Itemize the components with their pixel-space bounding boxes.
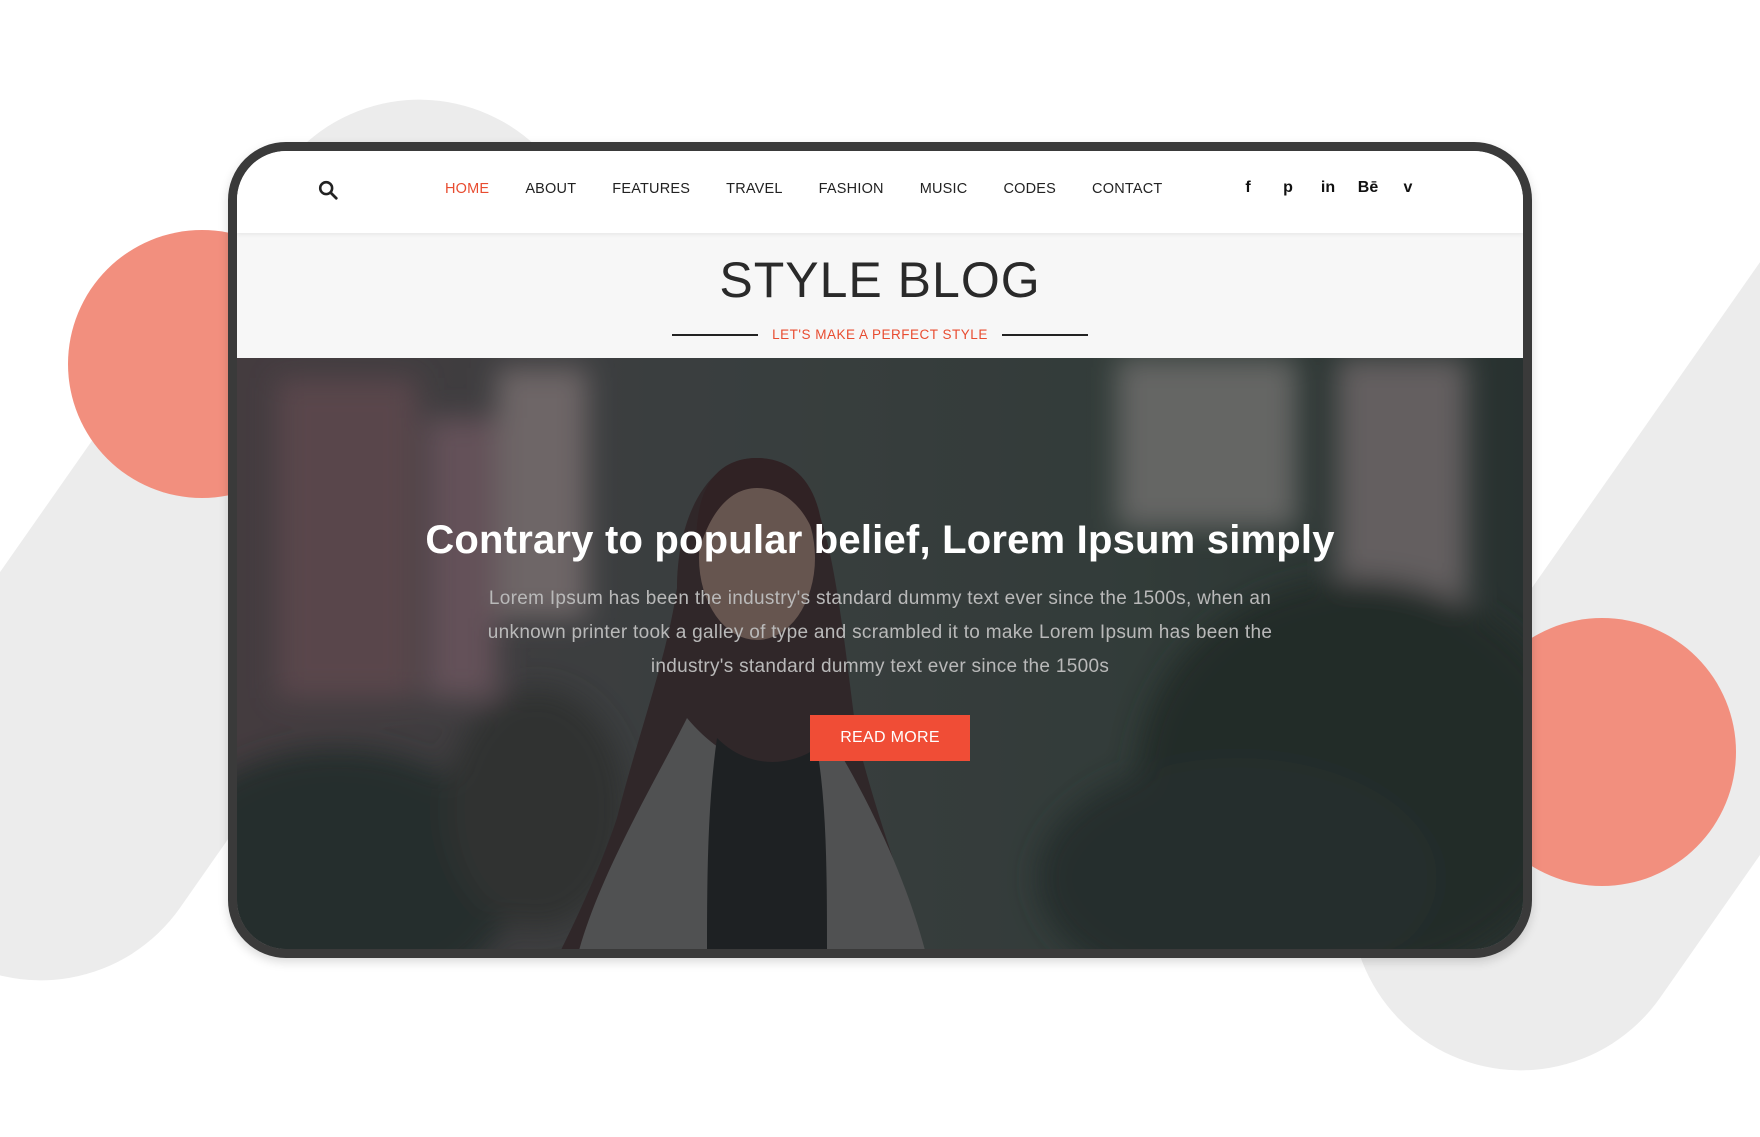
nav-item-codes[interactable]: CODES — [1003, 181, 1056, 197]
linkedin-icon[interactable]: in — [1317, 177, 1339, 199]
nav-item-fashion[interactable]: FASHION — [819, 181, 884, 197]
nav-item-contact[interactable]: CONTACT — [1092, 181, 1162, 197]
device-frame: HOME ABOUT FEATURES TRAVEL FASHION MUSIC… — [228, 142, 1532, 958]
read-more-button[interactable]: READ MORE — [810, 715, 970, 761]
hero-description: Lorem Ipsum has been the industry's stan… — [487, 588, 1273, 677]
site-title: STYLE BLOG — [719, 252, 1041, 308]
main-menu: HOME ABOUT FEATURES TRAVEL FASHION MUSIC… — [445, 181, 1198, 197]
nav-item-features[interactable]: FEATURES — [612, 181, 690, 197]
nav-item-about[interactable]: ABOUT — [525, 181, 576, 197]
nav-item-travel[interactable]: TRAVEL — [726, 181, 783, 197]
behance-icon[interactable]: Bē — [1357, 177, 1379, 199]
top-navbar: HOME ABOUT FEATURES TRAVEL FASHION MUSIC… — [237, 151, 1523, 233]
tagline-row: LET'S MAKE A PERFECT STYLE — [237, 327, 1523, 342]
tagline-divider-right — [1001, 333, 1088, 336]
site-tagline: LET'S MAKE A PERFECT STYLE — [772, 327, 988, 342]
nav-item-music[interactable]: MUSIC — [920, 181, 968, 197]
facebook-icon[interactable]: f — [1237, 177, 1259, 199]
hero-title: Contrary to popular belief, Lorem Ipsum … — [425, 518, 1335, 562]
social-links: f p in Bē v — [1237, 177, 1419, 199]
tagline-divider-left — [672, 333, 759, 336]
vimeo-icon[interactable]: v — [1397, 177, 1419, 199]
pinterest-icon[interactable]: p — [1277, 177, 1299, 199]
blog-header: STYLE BLOG LET'S MAKE A PERFECT STYLE — [237, 233, 1523, 358]
hero-banner: Contrary to popular belief, Lorem Ipsum … — [237, 358, 1523, 949]
nav-item-home[interactable]: HOME — [445, 181, 489, 197]
search-icon[interactable] — [317, 179, 339, 201]
